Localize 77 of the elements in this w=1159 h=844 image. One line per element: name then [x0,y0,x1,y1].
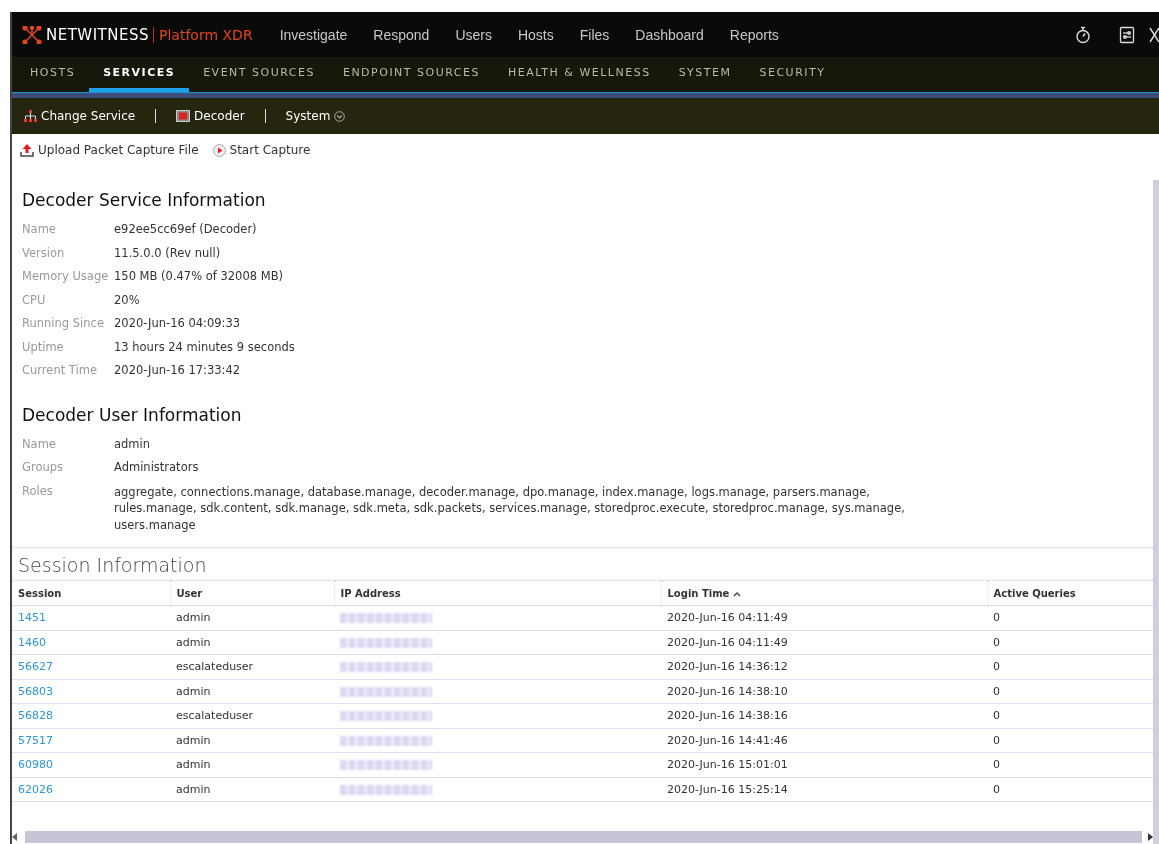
service-button[interactable]: Decoder [172,109,249,123]
brand-name: NETWITNESS [46,25,150,44]
column-header[interactable]: Login Time [661,580,987,606]
settings-panel-icon[interactable] [1119,25,1135,44]
field-value: 13 hours 24 minutes 9 seconds [114,338,296,356]
admin-tab[interactable]: ENDPOINT SOURCES [328,57,494,92]
vertical-scrollbar[interactable] [1153,180,1159,844]
product-name: Platform XDR [153,26,253,43]
field-label: Memory Usage [22,268,110,285]
table-cell: escalateduser [170,703,334,728]
field-label: CPU [22,291,47,309]
field-value: 11.5.0.0 (Rev null) [114,244,222,262]
nav-item[interactable]: Dashboard [622,26,717,43]
table-cell: 2020-Jun-16 14:38:10 [661,679,987,704]
nav-item[interactable]: Hosts [504,26,567,43]
field-label: Name [22,221,57,238]
field-label: Version [22,244,66,262]
table-cell: 2020-Jun-16 15:01:01 [661,752,987,777]
network-icon [24,110,37,122]
table-cell: 2020-Jun-16 14:41:46 [661,728,987,753]
field-label: Roles [22,482,54,500]
table-cell: admin [170,777,334,802]
table-cell: 2020-Jun-16 14:38:16 [661,703,987,728]
nav-item[interactable]: Users [442,26,505,43]
upload-button[interactable]: Upload Packet Capture File [20,143,199,157]
nav-item[interactable]: Files [566,26,623,43]
admin-tab[interactable]: SYSTEM [664,57,746,92]
upload-icon [20,143,34,157]
field-value: e92ee5cc69ef (Decoder) [114,221,258,238]
table-cell: admin [170,679,334,704]
table-cell: 2020-Jun-16 04:11:49 [661,630,987,655]
admin-tab[interactable]: SECURITY [745,57,840,92]
admin-tab[interactable]: HEALTH & WELLNESS [493,57,665,92]
admin-tab[interactable]: EVENT SOURCES [189,57,329,92]
sort-up-icon [732,590,741,597]
scroll-left-icon[interactable] [12,833,17,841]
system-menu[interactable]: System [281,109,350,123]
nav-item[interactable]: Respond [360,26,443,43]
field-value: 150 MB (0.47% of 32008 MB) [114,268,285,285]
play-icon [212,143,226,157]
start-capture-button[interactable]: Start Capture [212,143,311,157]
table-cell: admin [170,630,334,655]
section-title: Session Information [17,553,208,578]
column-header[interactable]: IP Address [334,580,661,606]
field-label: Name [22,435,57,453]
column-header[interactable]: User [170,580,334,606]
section-title: Decoder Service Information [22,190,267,210]
decoder-icon [176,110,191,122]
field-value: 2020-Jun-16 04:09:33 [114,315,242,332]
table-cell: admin [170,752,334,777]
tools-icon[interactable] [1149,25,1159,44]
chevron-down-icon [334,110,346,122]
field-value: admin [114,435,152,453]
field-value: 2020-Jun-16 17:33:42 [114,362,242,379]
logo-icon [22,25,42,44]
change-service-button[interactable]: Change Service [20,109,140,123]
table-cell: 2020-Jun-16 14:36:12 [661,654,987,679]
stopwatch-icon[interactable] [1075,25,1091,44]
field-label: Current Time [22,362,98,379]
field-value: Administrators [114,459,200,476]
table-cell: admin [170,605,334,630]
admin-tab[interactable]: HOSTS [16,57,90,92]
field-value: aggregate, connections.manage, database.manage, decoder.manage, dpo.manage, index.manage, logs.manage, parsers.manage, rules.manage, sdk.content, sdk.manage, sdk.meta, sdk.packets, services.manage, storedproc.execute, storedproc.manage, sys.manage, users.manage [114,483,906,533]
table-cell: admin [170,728,334,753]
field-label: Uptime [22,338,65,356]
field-value: 20% [114,291,141,309]
field-label: Groups [22,459,64,476]
column-header[interactable]: Active Queries [987,580,1153,606]
column-header[interactable]: Session [12,580,170,606]
field-label: Running Since [22,315,105,332]
nav-item[interactable]: Reports [716,26,792,43]
section-title: Decoder User Information [22,404,243,425]
table-cell: escalateduser [170,654,334,679]
nav-item[interactable]: Investigate [266,26,361,43]
table-cell: 2020-Jun-16 15:25:14 [661,777,987,802]
table-cell: 2020-Jun-16 04:11:49 [661,605,987,630]
horizontal-scrollbar[interactable] [12,830,1153,844]
